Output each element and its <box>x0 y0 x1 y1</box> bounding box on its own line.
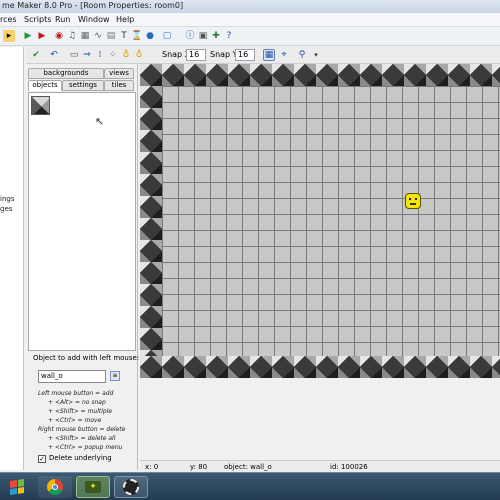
run-icon[interactable]: ▶ <box>22 30 34 42</box>
room-properties-panel: backgrounds views objects settings tiles… <box>26 64 140 470</box>
sound-icon[interactable]: ♫ <box>66 30 78 42</box>
timeline-icon[interactable]: ⌛ <box>131 30 143 42</box>
hint-ctrl-move: + <Ctrl> = move <box>48 417 102 424</box>
windows-logo-icon <box>10 479 24 495</box>
font-icon[interactable]: T <box>118 30 130 42</box>
chrome-icon <box>47 479 63 495</box>
taskbar: ✦ <box>0 472 500 500</box>
delete-underlying-label: Delete underlying <box>49 454 112 462</box>
status-id: id: 100026 <box>330 463 368 471</box>
tab-settings[interactable]: settings <box>62 80 104 91</box>
menu-window[interactable]: Window <box>78 15 110 24</box>
help-icon[interactable]: ? <box>223 30 235 42</box>
hint-left-add: Left mouse button = add <box>38 390 114 397</box>
run-debug-icon[interactable]: ▶ <box>36 30 48 42</box>
taskbar-settings-button[interactable] <box>114 476 148 498</box>
resource-tree: ings ges <box>0 47 24 470</box>
room-grid[interactable] <box>162 86 500 356</box>
menu-bar: rces Scripts Run Window Help <box>0 13 500 27</box>
window-title: me Maker 8.0 Pro - [Room Properties: roo… <box>2 1 184 10</box>
clear-room-icon[interactable]: ▭ <box>68 49 80 61</box>
objects-tab-content: ↖ <box>28 92 136 351</box>
sort-x-icon[interactable]: ⁞ <box>94 49 106 61</box>
sort-y-icon[interactable]: ⁘ <box>107 49 119 61</box>
status-y: y: 80 <box>190 463 208 471</box>
room-toolbar: ✔ ↶ ▭ ⇒ ⁞ ⁘ ♁ ♁ Snap X: 16 Snap Y: 16 ▦ … <box>26 47 500 64</box>
hint-ctrl-popup: + <Ctrl> = popup menu <box>48 444 123 451</box>
tab-tiles[interactable]: tiles <box>104 80 134 91</box>
status-x: x: 0 <box>145 463 159 471</box>
tab-objects[interactable]: objects <box>28 80 62 91</box>
ok-check-icon[interactable]: ✔ <box>30 49 42 61</box>
hint-shift-delete-all: + <Shift> = delete all <box>48 435 116 442</box>
hint-shift-multiple: + <Shift> = multiple <box>48 408 113 415</box>
object-selector-field[interactable]: wall_o <box>38 370 106 383</box>
grid-toggle-icon[interactable]: ▦ <box>263 49 275 61</box>
tab-views[interactable]: views <box>104 68 134 79</box>
menu-scripts[interactable]: Scripts <box>24 15 51 24</box>
wall-row-bottom[interactable] <box>140 356 500 378</box>
unlock-icon[interactable]: ♁ <box>133 49 145 61</box>
status-object: object: wall_o <box>224 463 272 471</box>
zoom-icon[interactable]: ⚲ <box>296 49 308 61</box>
hint-right-delete: Right mouse button = delete <box>38 426 126 433</box>
object-to-add-label: Object to add with left mouse: <box>33 354 140 362</box>
wall-row-top[interactable] <box>140 64 500 86</box>
status-bar: x: 0 y: 80 object: wall_o id: 100026 <box>140 460 500 472</box>
title-bar: me Maker 8.0 Pro - [Room Properties: roo… <box>0 0 500 13</box>
shift-instances-icon[interactable]: ⇒ <box>81 49 93 61</box>
taskbar-game-maker-button[interactable]: ✦ <box>76 476 110 498</box>
player-object-instance[interactable] <box>405 193 421 209</box>
path-icon[interactable]: ∿ <box>92 30 104 42</box>
snap-y-input[interactable]: 16 <box>235 49 255 61</box>
background-icon[interactable]: ▦ <box>79 30 91 42</box>
tree-item-extension-packages[interactable]: ges <box>0 205 12 213</box>
sprite-icon[interactable]: ◉ <box>53 30 65 42</box>
main-toolbar: ▸ ▶ ▶ ◉ ♫ ▦ ∿ ▤ T ⌛ ● ▢ ⓘ ▣ ✚ ? <box>0 27 500 46</box>
menu-resources[interactable]: rces <box>0 15 17 24</box>
hint-alt-no-snap: + <Alt> = no snap <box>48 399 106 406</box>
zoom-dropdown-icon[interactable]: ▾ <box>310 49 322 61</box>
mouse-cursor-icon: ↖ <box>95 115 105 128</box>
gear-icon <box>123 479 139 495</box>
wall-column-left[interactable] <box>140 86 162 356</box>
object-thumbnail[interactable] <box>31 96 50 115</box>
isometric-grid-icon[interactable]: ⌖ <box>278 49 290 61</box>
taskbar-chrome-button[interactable] <box>38 476 72 498</box>
room-canvas[interactable] <box>140 64 500 378</box>
object-menu-icon[interactable]: ≡ <box>110 371 120 381</box>
object-icon[interactable]: ● <box>144 30 156 42</box>
global-settings-icon[interactable]: ▣ <box>197 30 209 42</box>
tree-item-settings[interactable]: ings <box>0 195 14 203</box>
menu-run[interactable]: Run <box>55 15 70 24</box>
script-icon[interactable]: ▤ <box>105 30 117 42</box>
game-maker-icon: ✦ <box>85 481 101 493</box>
new-file-icon[interactable]: ▸ <box>3 30 15 42</box>
delete-underlying-checkbox[interactable]: ✓ <box>38 455 46 463</box>
lock-icon[interactable]: ♁ <box>120 49 132 61</box>
extension-icon[interactable]: ✚ <box>210 30 222 42</box>
snap-x-input[interactable]: 16 <box>186 49 206 61</box>
start-button[interactable] <box>0 476 34 498</box>
tab-backgrounds[interactable]: backgrounds <box>28 68 104 79</box>
menu-help[interactable]: Help <box>116 15 134 24</box>
game-info-icon[interactable]: ⓘ <box>184 30 196 42</box>
room-icon[interactable]: ▢ <box>161 30 173 42</box>
undo-icon[interactable]: ↶ <box>48 49 60 61</box>
